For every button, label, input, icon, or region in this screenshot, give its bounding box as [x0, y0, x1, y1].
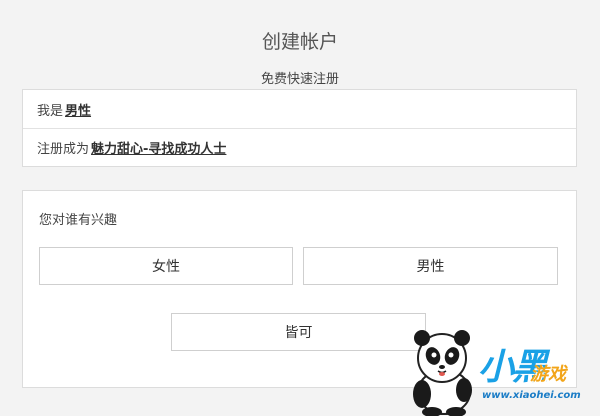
interest-female-button[interactable]: 女性: [39, 247, 293, 285]
page-subtitle: 免费快速注册: [260, 72, 339, 87]
register-as-value[interactable]: 魅力甜心-寻找成功人士: [91, 138, 226, 157]
interest-question: 您对谁有兴趣: [39, 213, 118, 228]
interest-male-button[interactable]: 男性: [303, 247, 558, 285]
register-as-row: 注册成为 魅力甜心-寻找成功人士: [23, 128, 576, 166]
watermark-game-text: 游戏: [530, 364, 566, 385]
register-as-label: 注册成为: [37, 142, 90, 157]
interest-both-button[interactable]: 皆可: [171, 313, 426, 351]
watermark-url: www.xiaohei.com: [482, 390, 581, 401]
page-title: 创建帐户: [261, 31, 338, 53]
watermark-logo: 小黑 游戏 www.xiaohei.com: [402, 328, 600, 416]
gender-label: 我是: [37, 103, 64, 119]
gender-row: 我是 男性: [23, 90, 576, 128]
panda-icon: [413, 330, 472, 416]
identity-panel: 我是 男性 注册成为 魅力甜心-寻找成功人士: [22, 89, 577, 167]
gender-value[interactable]: 男性: [65, 100, 91, 119]
